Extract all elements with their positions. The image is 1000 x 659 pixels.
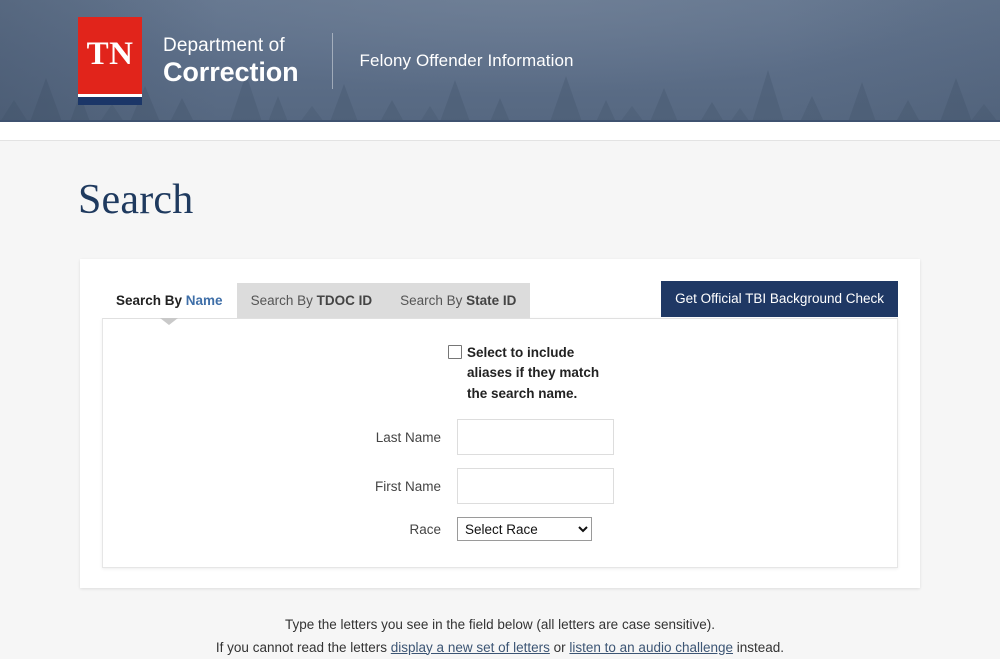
tab-search-by-tdoc-id-prefix: Search By — [250, 293, 317, 308]
tab-search-by-name-prefix: Search By — [116, 293, 186, 308]
tab-search-by-state-id[interactable]: Search By State ID — [386, 283, 531, 318]
captcha-instructions-line1: Type the letters you see in the field be… — [285, 617, 715, 633]
tn-logo-rule — [78, 94, 142, 105]
captcha-line2-pre: If you cannot read the letters — [215, 639, 391, 655]
tab-search-by-tdoc-id[interactable]: Search By TDOC ID — [236, 283, 387, 318]
first-name-input[interactable] — [457, 468, 614, 505]
last-name-input[interactable] — [457, 419, 614, 456]
tab-search-by-state-id-prefix: Search By — [400, 293, 467, 308]
nav-strip — [0, 122, 1000, 141]
get-tbi-background-check-button[interactable]: Get Official TBI Background Check — [661, 281, 898, 317]
brand-department-line: Department of — [163, 34, 285, 56]
brand-subtitle: Felony Offender Information — [359, 51, 574, 70]
race-row: Race Select Race — [103, 517, 897, 542]
search-tabs: Search By Name Search By TDOC ID Search … — [102, 283, 531, 318]
first-name-row: First Name — [103, 468, 897, 505]
brand-lockup: Department of Correction — [163, 34, 299, 87]
race-select[interactable]: Select Race — [457, 517, 592, 542]
captcha-line2-mid: or — [549, 639, 570, 655]
new-captcha-letters-link[interactable]: display a new set of letters — [391, 640, 550, 655]
tab-search-by-tdoc-id-keyword: TDOC ID — [316, 293, 373, 308]
tab-search-by-name-keyword: Name — [185, 293, 223, 308]
site-header: TN Department of Correction Felony Offen… — [0, 0, 1000, 122]
audio-captcha-link[interactable]: listen to an audio challenge — [569, 640, 733, 655]
include-aliases-checkbox[interactable] — [448, 344, 462, 359]
page-title: Search — [78, 177, 194, 223]
race-label: Race — [409, 521, 441, 537]
page-body: Search Search By Name Search By TDOC ID … — [0, 141, 1000, 659]
search-card: Search By Name Search By TDOC ID Search … — [80, 259, 920, 589]
brand-agency-line: Correction — [163, 56, 299, 87]
tn-logo-label: TN — [86, 36, 134, 72]
captcha-line2-post: instead. — [733, 639, 785, 655]
alias-option-row: Select to include aliases if they match … — [103, 343, 897, 406]
first-name-label: First Name — [374, 478, 441, 494]
brand-divider — [331, 33, 333, 89]
captcha-instructions-line2: If you cannot read the letters display a… — [80, 637, 920, 659]
tab-search-by-name[interactable]: Search By Name — [102, 283, 237, 318]
tn-state-logo[interactable]: TN — [78, 17, 142, 105]
last-name-row: Last Name — [103, 419, 897, 456]
captcha-instructions: Type the letters you see in the field be… — [80, 614, 920, 659]
tab-search-by-state-id-keyword: State ID — [466, 293, 517, 308]
search-form-panel: Select to include aliases if they match … — [102, 317, 898, 569]
last-name-label: Last Name — [375, 429, 441, 445]
include-aliases-label: Select to include aliases if they match … — [467, 343, 610, 406]
tabs-row: Search By Name Search By TDOC ID Search … — [102, 281, 898, 318]
